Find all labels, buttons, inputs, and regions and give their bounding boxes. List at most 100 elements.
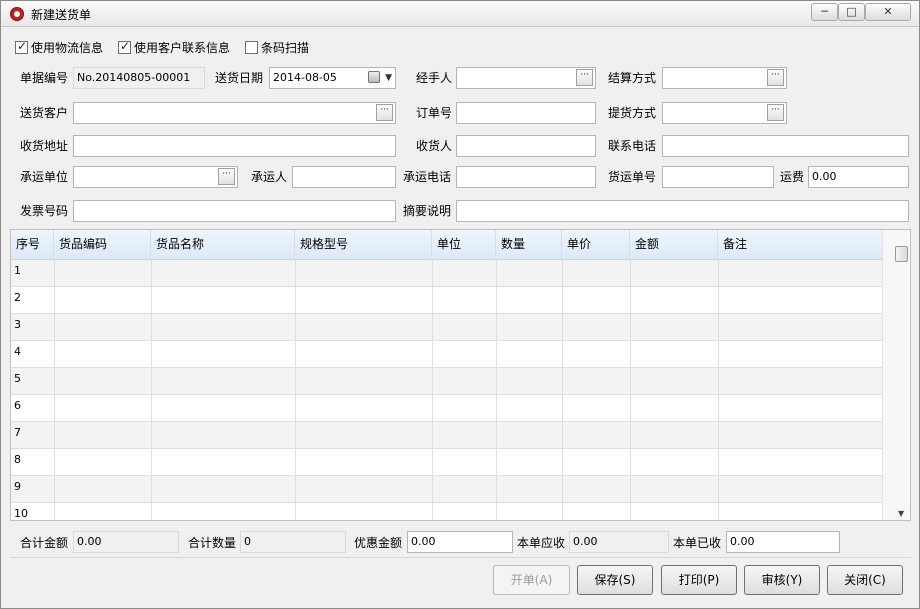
invoice-field[interactable] — [73, 200, 396, 222]
pickup-label: 提货方式 — [608, 106, 657, 120]
total-qty-label: 合计数量 — [188, 536, 237, 550]
row-number: 8 — [14, 453, 21, 466]
maximize-button[interactable]: □ — [838, 3, 865, 21]
freight-field[interactable]: 0.00 — [808, 166, 909, 188]
row-number: 2 — [14, 291, 21, 304]
settlement-label: 结算方式 — [608, 71, 657, 85]
received-label: 本单已收 — [673, 536, 722, 550]
remark-field[interactable] — [456, 200, 909, 222]
column-header[interactable]: 单价 — [562, 230, 630, 260]
pickup-browse-button[interactable]: ··· — [767, 104, 784, 121]
column-header[interactable]: 规格型号 — [295, 230, 432, 260]
invoice-label: 发票号码 — [20, 204, 69, 218]
handler-label: 经手人 — [416, 71, 453, 85]
settlement-field[interactable]: ··· — [662, 67, 787, 89]
column-divider — [54, 260, 55, 520]
table-row[interactable]: 10 — [11, 503, 883, 520]
column-header[interactable]: 单位 — [432, 230, 496, 260]
use-logistics-checkbox[interactable] — [15, 39, 28, 54]
use-customer-contact-checkbox[interactable] — [118, 39, 131, 54]
table-row[interactable]: 9 — [11, 476, 883, 503]
row-number: 1 — [14, 264, 21, 277]
use-customer-contact-label: 使用客户联系信息 — [134, 40, 231, 55]
delivery-note-window: 新建送货单 ─ □ ✕ 使用物流信息 使用客户联系信息 条码扫描 单据编号 No… — [0, 0, 920, 609]
waybill-label: 货运单号 — [608, 170, 657, 184]
use-logistics-label: 使用物流信息 — [31, 40, 104, 55]
barcode-scan-option[interactable]: 条码扫描 — [245, 39, 309, 55]
column-divider — [295, 260, 296, 520]
save-button[interactable]: 保存(S) — [577, 565, 653, 595]
column-header[interactable]: 序号 — [11, 230, 54, 260]
receiver-field[interactable] — [456, 135, 596, 157]
phone-label: 联系电话 — [608, 139, 657, 153]
doc-no-field: No.20140805-00001 — [73, 67, 205, 89]
total-amount-field: 0.00 — [73, 531, 179, 553]
total-amount-label: 合计金额 — [20, 536, 69, 550]
audit-button[interactable]: 审核(Y) — [744, 565, 820, 595]
waybill-field[interactable] — [662, 166, 774, 188]
column-divider — [718, 260, 719, 520]
receiver-label: 收货人 — [416, 139, 453, 153]
carrier-browse-button[interactable]: ··· — [218, 168, 235, 185]
title-bar[interactable]: 新建送货单 ─ □ ✕ — [1, 1, 919, 27]
carrier-phone-field[interactable] — [456, 166, 596, 188]
goods-table[interactable]: 序号 货品编码 货品名称 规格型号 单位 数量 单价 金额 备注 1 2 3 4… — [10, 229, 911, 521]
delivery-date-picker[interactable]: 2014-08-05 ▼ — [269, 67, 396, 89]
doc-no-label: 单据编号 — [20, 71, 69, 85]
column-header[interactable]: 数量 — [496, 230, 562, 260]
column-header[interactable]: 货品编码 — [54, 230, 151, 260]
close-button[interactable]: 关闭(C) — [827, 565, 903, 595]
handler-field[interactable]: ··· — [456, 67, 596, 89]
customer-field[interactable]: ··· — [73, 102, 396, 124]
row-number: 9 — [14, 480, 21, 493]
column-divider — [562, 260, 563, 520]
use-customer-contact-option[interactable]: 使用客户联系信息 — [118, 39, 230, 55]
receivable-label: 本单应收 — [517, 536, 566, 550]
column-header[interactable]: 货品名称 — [151, 230, 295, 260]
app-logo-icon — [10, 7, 24, 21]
table-row[interactable]: 7 — [11, 422, 883, 449]
phone-field[interactable] — [662, 135, 909, 157]
discount-field[interactable]: 0.00 — [407, 531, 513, 553]
table-row[interactable]: 3 — [11, 314, 883, 341]
order-no-field[interactable] — [456, 102, 596, 124]
table-row[interactable]: 2 — [11, 287, 883, 314]
settlement-browse-button[interactable]: ··· — [767, 69, 784, 86]
table-row[interactable]: 8 — [11, 449, 883, 476]
chevron-down-icon[interactable]: ▼ — [385, 72, 392, 84]
row-number: 7 — [14, 426, 21, 439]
receivable-field: 0.00 — [569, 531, 669, 553]
use-logistics-option[interactable]: 使用物流信息 — [15, 39, 103, 55]
open-bill-button[interactable]: 开单(A) — [493, 565, 570, 595]
carrier-phone-label: 承运电话 — [403, 170, 452, 184]
column-header[interactable]: 金额 — [630, 230, 718, 260]
print-button[interactable]: 打印(P) — [661, 565, 737, 595]
table-row[interactable]: 5 — [11, 368, 883, 395]
carrier-field[interactable]: ··· — [73, 166, 238, 188]
footer-divider — [10, 557, 911, 558]
address-label: 收货地址 — [20, 139, 69, 153]
calendar-icon[interactable] — [368, 71, 380, 83]
table-scrollbar[interactable]: ▼ — [882, 230, 910, 520]
row-number: 10 — [14, 507, 28, 520]
table-row[interactable]: 4 — [11, 341, 883, 368]
table-row[interactable]: 1 — [11, 260, 883, 287]
column-header[interactable]: 备注 — [718, 230, 883, 260]
handler-browse-button[interactable]: ··· — [576, 69, 593, 86]
row-number: 5 — [14, 372, 21, 385]
received-field[interactable]: 0.00 — [726, 531, 840, 553]
column-divider — [496, 260, 497, 520]
scroll-down-icon[interactable]: ▼ — [898, 509, 904, 518]
row-number: 4 — [14, 345, 21, 358]
customer-label: 送货客户 — [20, 106, 69, 120]
column-divider — [630, 260, 631, 520]
scrollbar-thumb[interactable] — [895, 246, 908, 262]
table-row[interactable]: 6 — [11, 395, 883, 422]
barcode-scan-checkbox[interactable] — [245, 40, 258, 54]
pickup-field[interactable]: ··· — [662, 102, 787, 124]
customer-browse-button[interactable]: ··· — [376, 104, 393, 121]
close-window-button[interactable]: ✕ — [865, 3, 911, 21]
carrier-person-field[interactable] — [292, 166, 396, 188]
address-field[interactable] — [73, 135, 396, 157]
minimize-button[interactable]: ─ — [811, 3, 838, 21]
